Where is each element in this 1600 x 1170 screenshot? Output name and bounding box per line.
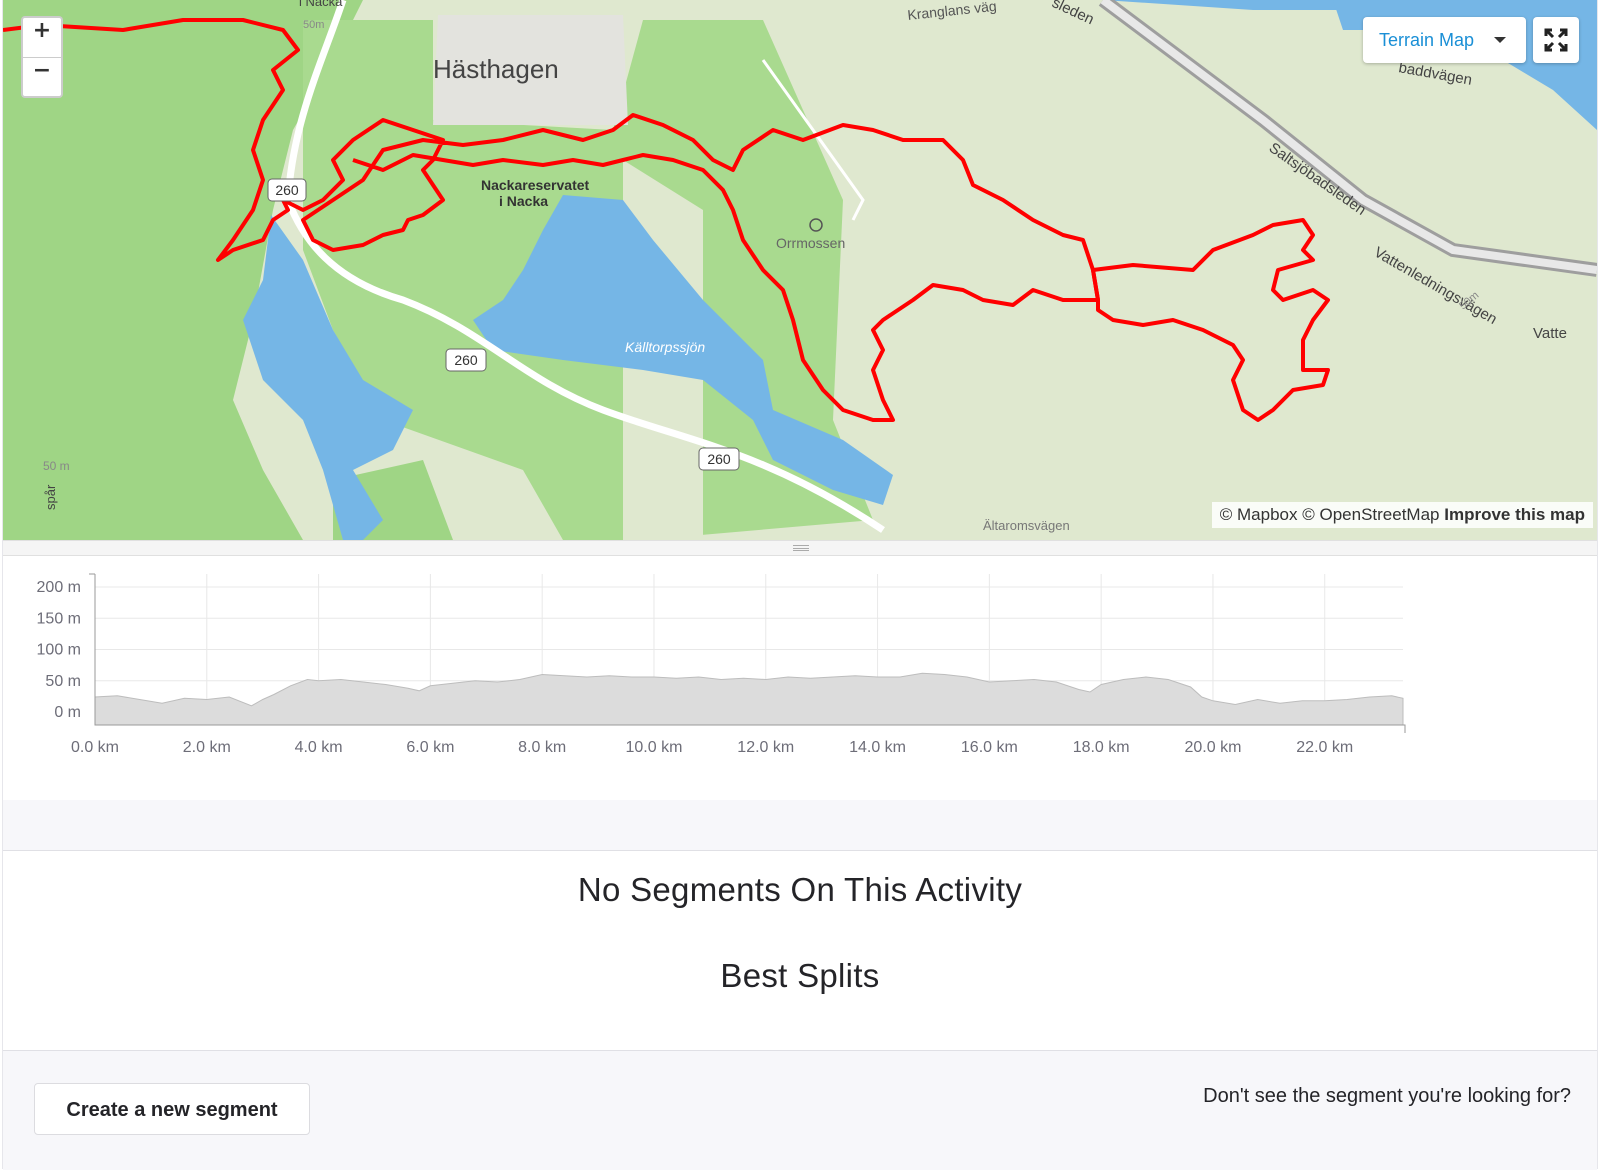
segment-help-text: Don't see the segment you're looking for… [1203, 1085, 1571, 1107]
x-tick-label: 16.0 km [961, 739, 1018, 756]
x-tick-label: 0.0 km [71, 739, 119, 756]
map-label-reserve-line2: i Nacka [499, 193, 548, 209]
map-canvas[interactable]: Hästhagen Nackareservatet i Nacka Källto… [3, 0, 1597, 540]
route-shield: 260 [267, 178, 307, 202]
x-tick-label: 12.0 km [737, 739, 794, 756]
y-tick-label: 200 m [37, 579, 81, 596]
map-label-bog: Orrmossen [776, 235, 845, 251]
no-segments-heading: No Segments On This Activity [577, 871, 1023, 908]
map-label-town: Hästhagen [433, 54, 559, 84]
elevation-chart-svg[interactable]: 0.0 km 2.0 km 4.0 km 6.0 km 8.0 km 10.0 km 12.… [3, 556, 1597, 800]
y-tick-label: 150 m [37, 610, 81, 627]
x-tick-label: 6.0 km [406, 739, 454, 756]
y-tick-label: 50 m [45, 673, 81, 690]
route-shield: 260 [445, 348, 487, 372]
map-label-reserve-line1: Nackareservatet [481, 177, 590, 193]
map-label-road8: spår [43, 484, 58, 510]
zoom-control: + − [21, 16, 63, 98]
route-shield: 260 [698, 447, 740, 471]
map-type-dropdown[interactable]: Terrain Map [1363, 17, 1526, 63]
route-shield-label: 260 [454, 352, 478, 368]
map-attribution: © Mapbox © OpenStreetMap Improve this ma… [1211, 502, 1593, 528]
x-tick-label: 20.0 km [1184, 739, 1241, 756]
chart-tick-labels: 0.0 km 2.0 km 4.0 km 6.0 km 8.0 km 10.0 km 12.… [37, 579, 1354, 756]
x-tick-label: 10.0 km [626, 739, 683, 756]
route-shield-label: 260 [707, 451, 731, 467]
route-map[interactable]: Hästhagen Nackareservatet i Nacka Källto… [3, 0, 1597, 540]
create-segment-button[interactable]: Create a new segment [34, 1083, 310, 1135]
x-tick-label: 4.0 km [295, 739, 343, 756]
route-shield-label: 260 [275, 182, 299, 198]
improve-map-link[interactable]: Improve this map [1444, 505, 1585, 524]
x-tick-label: 8.0 km [518, 739, 566, 756]
map-type-label: Terrain Map [1379, 30, 1475, 50]
x-tick-label: 14.0 km [849, 739, 906, 756]
zoom-in-button[interactable]: + [23, 18, 61, 58]
x-tick-label: 22.0 km [1296, 739, 1353, 756]
zoom-out-button[interactable]: − [23, 58, 61, 97]
attribution-mapbox-link[interactable]: © Mapbox [1220, 505, 1298, 524]
map-label-road4: Vatte [1533, 325, 1567, 342]
elevation-chart[interactable]: 0.0 km 2.0 km 4.0 km 6.0 km 8.0 km 10.0 km 12.… [3, 556, 1597, 800]
fullscreen-button[interactable] [1533, 17, 1579, 63]
caret-down-icon [1494, 37, 1506, 43]
map-resize-handle[interactable] [3, 540, 1597, 556]
best-splits-heading: Best Splits [720, 957, 880, 994]
contour-label: 50m [303, 19, 324, 31]
fullscreen-icon [1544, 28, 1568, 52]
map-label-lake: Källtorpssjön [625, 339, 705, 355]
attribution-osm-link[interactable]: © OpenStreetMap [1302, 505, 1439, 524]
map-label-road9: Ältaromsvägen [983, 518, 1070, 533]
segments-section: No Segments On This Activity Best Splits [3, 851, 1597, 1050]
segment-footer: Create a new segment Don't see the segme… [3, 1050, 1597, 1170]
drag-handle-icon[interactable] [793, 545, 809, 551]
map-label-road7: i Nacka [299, 0, 343, 9]
chart-spacer [3, 800, 1597, 851]
x-tick-label: 2.0 km [183, 739, 231, 756]
x-tick-label: 18.0 km [1073, 739, 1130, 756]
contour-label: 50 m [43, 459, 70, 473]
y-tick-label: 100 m [37, 642, 81, 659]
y-tick-label: 0 m [54, 704, 81, 721]
